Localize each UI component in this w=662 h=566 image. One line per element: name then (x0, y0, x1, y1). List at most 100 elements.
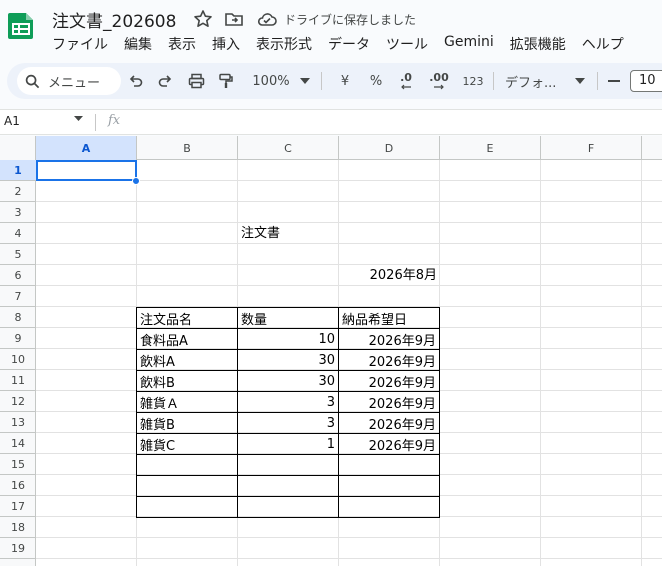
quantity-cell[interactable]: 3 (237, 412, 339, 434)
menu-extensions[interactable]: 拡張機能 (502, 33, 574, 55)
increase-decimal-button[interactable]: .00 (425, 63, 453, 99)
sheets-logo-icon[interactable] (6, 10, 36, 40)
row-header-2[interactable]: 2 (0, 181, 36, 202)
percent-format-button[interactable]: % (365, 63, 387, 99)
column-header-d[interactable]: D (339, 136, 440, 160)
delivery-date-cell[interactable]: 2026年9月 (338, 370, 440, 392)
row-header-13[interactable]: 13 (0, 412, 36, 433)
delivery-date-cell[interactable]: 2026年9月 (338, 391, 440, 413)
quantity-cell[interactable]: 3 (237, 391, 339, 413)
gridline (36, 222, 662, 223)
row-header-11[interactable]: 11 (0, 370, 36, 391)
item-name-cell[interactable] (136, 454, 238, 476)
column-header-c[interactable]: C (238, 136, 339, 160)
delivery-date-cell[interactable] (338, 475, 440, 497)
delivery-date-cell[interactable]: 2026年9月 (338, 433, 440, 455)
menu-search[interactable]: メニュー (17, 67, 121, 95)
menu-insert[interactable]: 挿入 (204, 33, 248, 55)
row-header-6[interactable]: 6 (0, 265, 36, 286)
delivery-date-cell[interactable] (338, 496, 440, 518)
menu-view[interactable]: 表示 (160, 33, 204, 55)
quantity-cell[interactable]: 1 (237, 433, 339, 455)
delivery-date-cell[interactable]: 2026年9月 (338, 328, 440, 350)
row-header-4[interactable]: 4 (0, 223, 36, 244)
item-name-cell[interactable]: 雑貨B (136, 412, 238, 434)
item-name-cell[interactable]: 食料品A (136, 328, 238, 350)
zoom-dropdown[interactable] (297, 63, 313, 99)
row-header-12[interactable]: 12 (0, 391, 36, 412)
row-header-1[interactable]: 1 (0, 160, 36, 181)
cloud-saved-icon[interactable] (257, 10, 277, 28)
quantity-cell[interactable] (237, 454, 339, 476)
zoom-select[interactable]: 100% (247, 63, 295, 99)
quantity-cell[interactable] (237, 475, 339, 497)
cell-area[interactable]: 注文書 2026年8月 注文品名 数量 納品希望日 食料品A 10 2026年9… (36, 160, 662, 566)
table-header-cell[interactable]: 納品希望日 (338, 307, 440, 329)
item-name-cell[interactable]: 飲料B (136, 370, 238, 392)
cell-c4-title[interactable]: 注文書 (238, 223, 339, 244)
row-header-8[interactable]: 8 (0, 307, 36, 328)
number-format-button[interactable]: 123 (459, 63, 487, 99)
active-cell-selection[interactable] (36, 160, 137, 181)
row-header-10[interactable]: 10 (0, 349, 36, 370)
menu-gemini[interactable]: Gemini (436, 33, 502, 55)
print-button[interactable] (183, 63, 209, 99)
table-header-cell[interactable]: 数量 (237, 307, 339, 329)
paint-format-button[interactable] (213, 63, 239, 99)
row-header-19[interactable]: 19 (0, 538, 36, 559)
decrease-decimal-button[interactable]: .0 (394, 63, 418, 99)
item-name-cell[interactable]: 雑貨Ａ (136, 391, 238, 413)
item-name-cell[interactable] (136, 496, 238, 518)
font-size-input[interactable]: 10 (630, 70, 662, 92)
row-header-5[interactable]: 5 (0, 244, 36, 265)
caret-down-icon[interactable] (74, 116, 83, 122)
currency-format-button[interactable]: ¥ (334, 63, 356, 99)
font-family-dropdown[interactable] (573, 63, 587, 99)
decrease-font-size-button[interactable] (605, 63, 623, 99)
gridline (36, 201, 662, 202)
column-header-a[interactable]: A (36, 136, 137, 160)
item-name-cell[interactable]: 雑貨C (136, 433, 238, 455)
name-box[interactable]: A1 (4, 114, 20, 128)
item-name-cell[interactable]: 飲料A (136, 349, 238, 371)
column-header-b[interactable]: B (137, 136, 238, 160)
menu-edit[interactable]: 編集 (116, 33, 160, 55)
document-title[interactable]: 注文書_202608 (52, 7, 176, 32)
delivery-date-cell[interactable]: 2026年9月 (338, 349, 440, 371)
row-header-15[interactable]: 15 (0, 454, 36, 475)
quantity-cell[interactable] (237, 496, 339, 518)
undo-button[interactable] (123, 63, 149, 99)
number-format-label: 123 (462, 74, 484, 88)
menu-file[interactable]: ファイル (44, 33, 116, 55)
row-header-18[interactable]: 18 (0, 517, 36, 538)
star-icon[interactable] (193, 9, 213, 29)
table-header-cell[interactable]: 注文品名 (136, 307, 238, 329)
quantity-cell[interactable]: 30 (237, 370, 339, 392)
save-status-text[interactable]: ドライブに保存しました (284, 11, 416, 28)
move-to-folder-icon[interactable] (224, 9, 244, 29)
quantity-cell[interactable]: 10 (237, 328, 339, 350)
menu-format[interactable]: 表示形式 (248, 33, 320, 55)
menu-data[interactable]: データ (320, 33, 378, 55)
redo-button[interactable] (152, 63, 178, 99)
row-header-14[interactable]: 14 (0, 433, 36, 454)
title-bar: 注文書_202608 ドライブに保存しました ファイル 編集 表示 挿入 表示形… (0, 0, 662, 62)
item-name-cell[interactable] (136, 475, 238, 497)
menu-tools[interactable]: ツール (378, 33, 436, 55)
fill-handle[interactable] (132, 177, 140, 185)
row-header-9[interactable]: 9 (0, 328, 36, 349)
menu-help[interactable]: ヘルプ (574, 33, 632, 55)
row-header-17[interactable]: 17 (0, 496, 36, 517)
row-header-3[interactable]: 3 (0, 202, 36, 223)
quantity-cell[interactable]: 30 (237, 349, 339, 371)
column-header-f[interactable]: F (541, 136, 642, 160)
delivery-date-cell[interactable]: 2026年9月 (338, 412, 440, 434)
row-header-7[interactable]: 7 (0, 286, 36, 307)
font-family-select[interactable]: デフォ... (505, 63, 565, 99)
delivery-date-cell[interactable] (338, 454, 440, 476)
spreadsheet-grid[interactable]: A B C D E F 1 2 3 4 5 6 7 8 9 10 11 12 1… (0, 136, 662, 566)
select-all-corner[interactable] (0, 136, 36, 160)
row-header-16[interactable]: 16 (0, 475, 36, 496)
column-header-e[interactable]: E (440, 136, 541, 160)
cell-d6-date[interactable]: 2026年8月 (339, 265, 440, 286)
